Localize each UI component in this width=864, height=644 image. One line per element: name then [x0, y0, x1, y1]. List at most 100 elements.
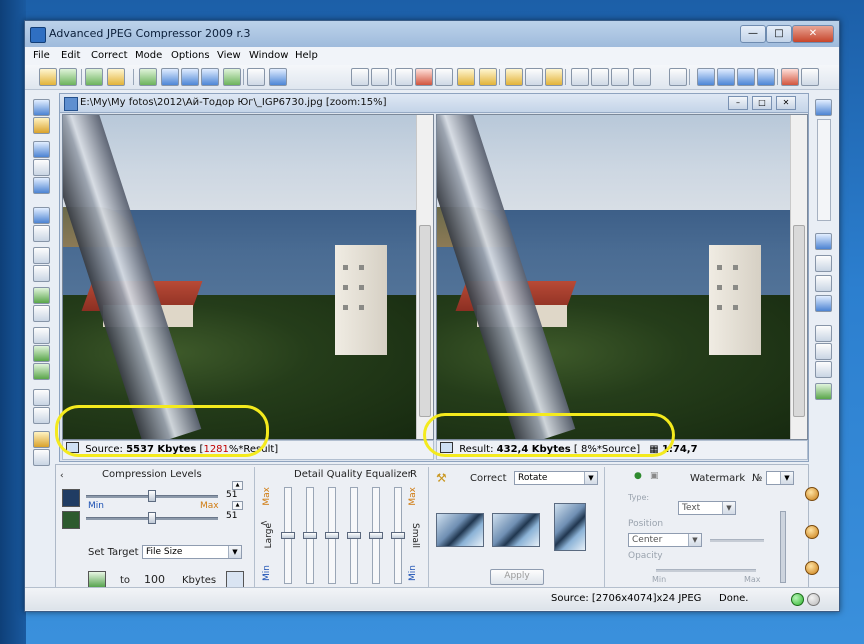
watermark-vertical-slider[interactable]	[780, 511, 786, 583]
tool-list-icon[interactable]	[33, 389, 50, 406]
view-double-icon[interactable]	[815, 343, 832, 360]
luma-spin-up[interactable]: ▲	[232, 481, 243, 490]
layout-rows-icon[interactable]	[757, 68, 775, 86]
tool-columns-icon[interactable]	[33, 247, 50, 264]
document-title-bar[interactable]: E:\My\My fotos\2012\Ай-Тодор Юг\_IGP6730…	[60, 94, 808, 113]
tool-channels-icon[interactable]	[33, 363, 50, 380]
eq-band-4[interactable]	[347, 487, 361, 584]
result-scrollbar[interactable]	[790, 115, 807, 439]
hand-tool-icon[interactable]	[505, 68, 523, 86]
open-batch-icon[interactable]	[59, 68, 77, 86]
layout-stacked-icon[interactable]	[697, 68, 715, 86]
eq-band-2[interactable]	[303, 487, 317, 584]
chroma-slider-knob[interactable]	[148, 512, 156, 524]
red-eye-icon[interactable]	[415, 68, 433, 86]
menu-mode[interactable]: Mode	[135, 50, 162, 61]
menu-help[interactable]: Help	[295, 50, 318, 61]
rect-select-icon[interactable]	[571, 68, 589, 86]
save-icon[interactable]	[161, 68, 179, 86]
target-value[interactable]: 100	[144, 573, 165, 586]
tool-curves-icon[interactable]	[33, 305, 50, 322]
layout-columns-icon[interactable]	[737, 68, 755, 86]
tool-levels-icon[interactable]	[33, 287, 50, 304]
rotate-icon[interactable]	[815, 295, 832, 312]
doc-restore-button[interactable]: □	[752, 96, 772, 110]
opacity-slider[interactable]	[656, 569, 756, 572]
zoom-slider[interactable]	[817, 119, 831, 221]
watermark-position-select[interactable]: Center ▼	[628, 533, 702, 547]
zoom-in-icon[interactable]	[815, 99, 832, 116]
layout-single-icon[interactable]	[781, 68, 799, 86]
menu-correct[interactable]: Correct	[91, 50, 128, 61]
tool-view-icon[interactable]	[33, 225, 50, 242]
watermark-type-select[interactable]: Text ▼	[678, 501, 736, 515]
menu-edit[interactable]: Edit	[61, 50, 80, 61]
pan-tool-icon[interactable]	[545, 68, 563, 86]
doc-minimize-button[interactable]: –	[728, 96, 748, 110]
eq-band-3[interactable]	[325, 487, 339, 584]
minimize-button[interactable]: —	[740, 25, 766, 43]
deselect-icon[interactable]	[669, 68, 687, 86]
help-icon[interactable]	[269, 68, 287, 86]
source-image-pane[interactable]	[62, 114, 434, 440]
position-slider[interactable]	[710, 539, 764, 542]
info-icon[interactable]	[247, 68, 265, 86]
source-scroll-thumb[interactable]	[419, 225, 431, 417]
menu-view[interactable]: View	[217, 50, 241, 61]
tool-rows-icon[interactable]	[33, 265, 50, 282]
chroma-spin-up[interactable]: ▲	[232, 501, 243, 510]
tool-copy-icon[interactable]	[33, 141, 50, 158]
panel-button-1[interactable]	[805, 487, 819, 501]
chevron-down-icon[interactable]: ▼	[688, 534, 701, 546]
note-icon[interactable]	[479, 68, 497, 86]
luma-slider-knob[interactable]	[148, 490, 156, 502]
rotate-180-thumb[interactable]	[554, 503, 586, 551]
panel-button-2[interactable]	[805, 525, 819, 539]
tool-pencil-icon[interactable]	[33, 431, 50, 448]
tool-details-icon[interactable]	[33, 407, 50, 424]
menu-window[interactable]: Window	[249, 50, 288, 61]
set-target-select[interactable]: File Size ▼	[142, 545, 242, 559]
folder-dropdown-icon[interactable]	[107, 68, 125, 86]
chevron-down-icon[interactable]: ▼	[780, 472, 793, 484]
eye-icon[interactable]	[435, 68, 453, 86]
zoom-tool-icon[interactable]	[525, 68, 543, 86]
menu-file[interactable]: File	[33, 50, 50, 61]
tool-key-icon[interactable]	[33, 117, 50, 134]
tool-resize-icon[interactable]	[33, 177, 50, 194]
tool-delete-icon[interactable]	[33, 449, 50, 466]
open-folder-icon[interactable]	[39, 68, 57, 86]
print-preview-icon[interactable]	[371, 68, 389, 86]
edit-icon[interactable]	[457, 68, 475, 86]
layout-split-icon[interactable]	[717, 68, 735, 86]
watermark-number-select[interactable]: ▼	[766, 471, 794, 485]
eq-band-6[interactable]	[391, 487, 405, 584]
tool-hist-icon[interactable]	[33, 327, 50, 344]
chroma-icon[interactable]	[62, 511, 80, 529]
save-all-icon[interactable]	[201, 68, 219, 86]
crop-icon[interactable]	[395, 68, 413, 86]
export-icon[interactable]	[223, 68, 241, 86]
tool-color-icon[interactable]	[33, 345, 50, 362]
zoom-region-icon[interactable]	[815, 275, 832, 292]
rotate-right-thumb[interactable]	[492, 513, 540, 547]
maximize-button[interactable]: □	[766, 25, 792, 43]
convert-icon[interactable]	[139, 68, 157, 86]
source-scrollbar[interactable]	[416, 115, 433, 439]
result-image-pane[interactable]	[436, 114, 808, 440]
refresh-icon[interactable]	[85, 68, 103, 86]
collapse-arrow-icon[interactable]: ‹	[60, 471, 64, 481]
title-bar[interactable]: Advanced JPEG Compressor 2009 r.3 — □ ✕	[25, 21, 839, 48]
tool-zoom-icon[interactable]	[33, 207, 50, 224]
watermark-toggle-icon[interactable]: ●	[634, 471, 642, 481]
view-single-icon[interactable]	[815, 325, 832, 342]
sync-icon[interactable]	[815, 383, 832, 400]
view-compare-icon[interactable]	[815, 361, 832, 378]
chevron-down-icon[interactable]: ▼	[228, 546, 241, 558]
zoom-out-icon[interactable]	[815, 233, 832, 250]
chevron-down-icon[interactable]: ▼	[722, 502, 735, 514]
doc-close-button[interactable]: ✕	[776, 96, 796, 110]
save-as-icon[interactable]	[181, 68, 199, 86]
correct-mode-select[interactable]: Rotate ▼	[514, 471, 598, 485]
panel-button-3[interactable]	[805, 561, 819, 575]
